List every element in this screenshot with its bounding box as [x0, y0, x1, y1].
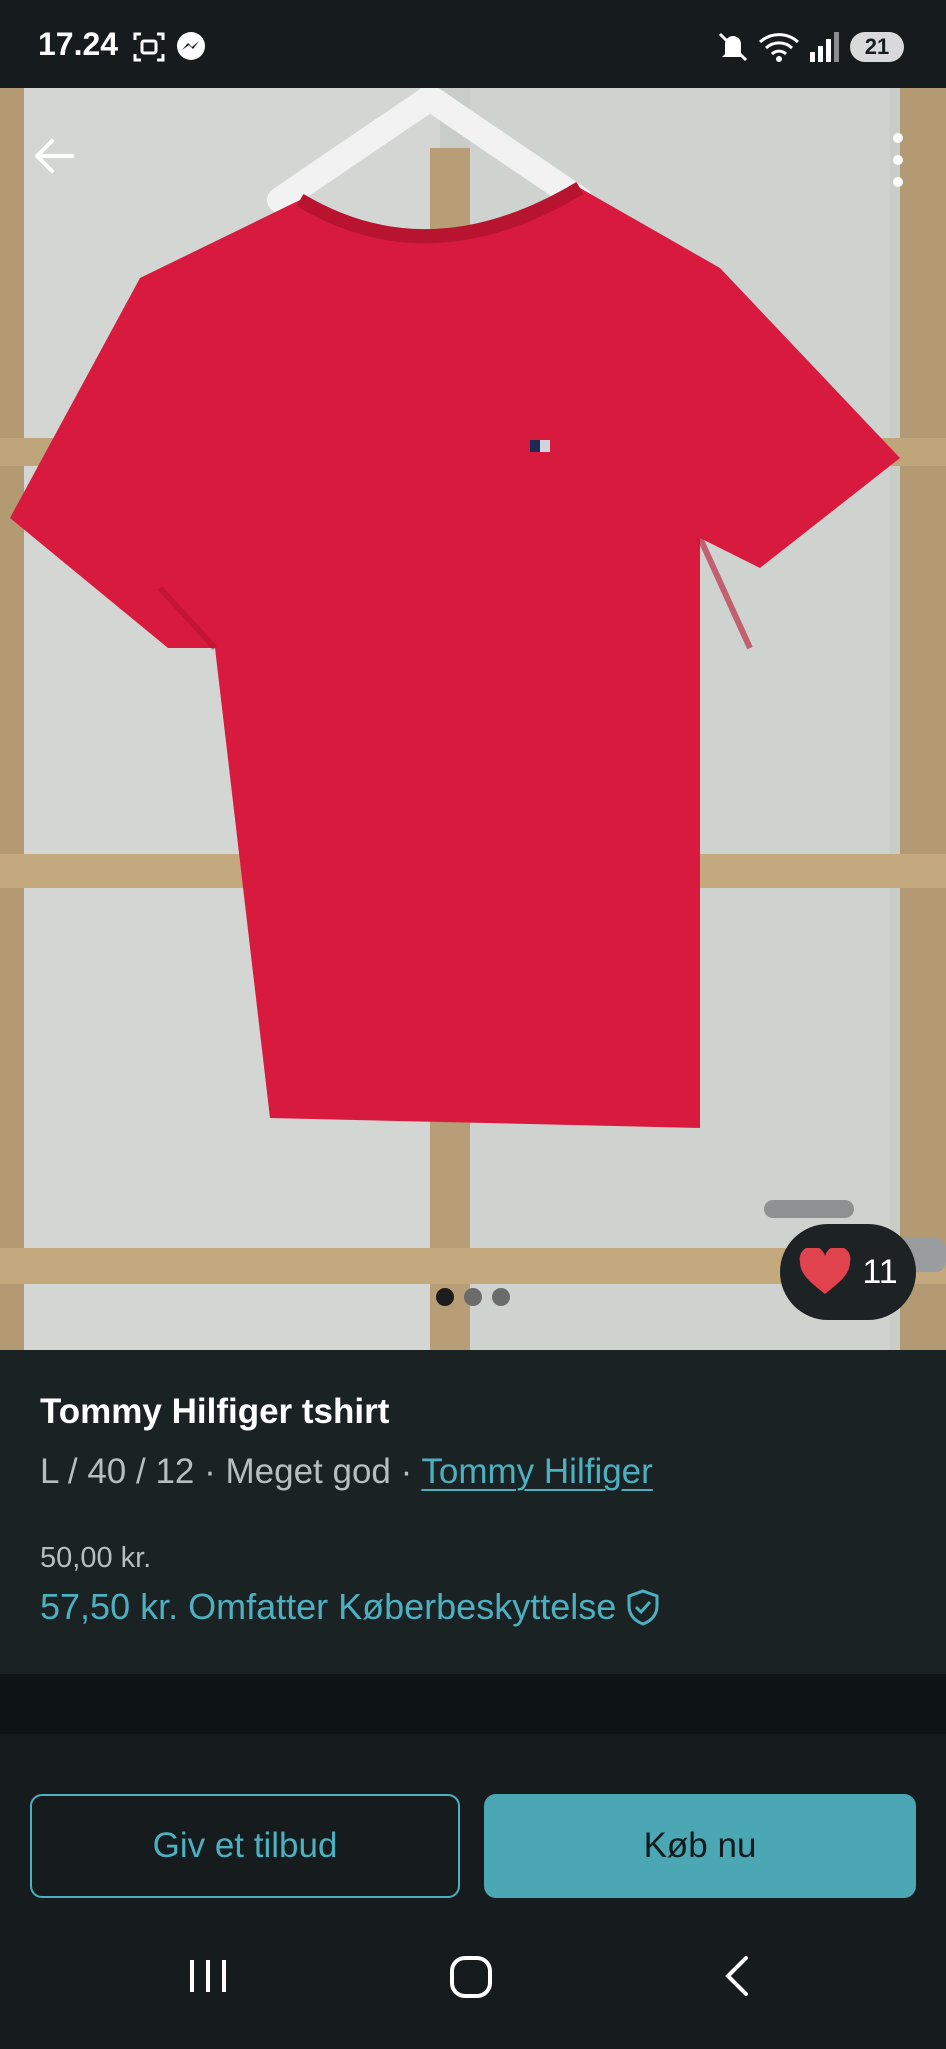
listing-title: Tommy Hilfiger tshirt [40, 1392, 390, 1431]
battery-indicator: 21 [850, 32, 904, 62]
total-price: 57,50 kr. [40, 1586, 179, 1627]
system-navigation-bar [0, 1914, 946, 2049]
buy-now-button[interactable]: Køb nu [484, 1794, 916, 1898]
carousel-dot[interactable] [492, 1288, 510, 1306]
system-back-icon[interactable] [716, 1954, 760, 1998]
brand-link[interactable]: Tommy Hilfiger [421, 1452, 652, 1491]
carousel-dot[interactable] [464, 1288, 482, 1306]
status-bar: 17.24 21 [0, 0, 946, 88]
status-time: 17.24 [38, 26, 119, 62]
recent-apps-icon[interactable] [186, 1954, 230, 1998]
carousel-dot[interactable] [436, 1288, 454, 1306]
product-photo [0, 88, 946, 1350]
action-bar: Giv et tilbud Køb nu [0, 1734, 946, 1914]
wifi-icon [758, 33, 800, 62]
back-arrow-icon[interactable] [30, 132, 78, 180]
shield-check-icon [627, 1589, 659, 1626]
favorite-count: 11 [862, 1252, 898, 1291]
screenshot-icon [133, 32, 165, 62]
section-divider [0, 1674, 946, 1734]
favorite-button[interactable]: 11 [780, 1224, 916, 1320]
product-photo-carousel[interactable]: 11 [0, 88, 946, 1350]
condition-label: Meget god [225, 1452, 391, 1491]
make-offer-button[interactable]: Giv et tilbud [30, 1794, 460, 1898]
signal-icon [810, 32, 839, 62]
item-price: 50,00 kr. [40, 1542, 152, 1574]
mute-icon [718, 32, 748, 62]
more-options-icon[interactable] [890, 132, 906, 188]
listing-details: L / 40 / 12 · Meget god · Tommy Hilfiger [40, 1452, 653, 1492]
protection-text: Omfatter Køberbeskyttelse [188, 1586, 617, 1627]
buyer-protection-price[interactable]: 57,50 kr. Omfatter Køberbeskyttelse [40, 1586, 660, 1628]
separator: · [204, 1452, 216, 1491]
heart-icon [799, 1248, 851, 1294]
separator: · [400, 1452, 413, 1491]
messenger-icon [177, 32, 205, 60]
home-icon[interactable] [448, 1954, 494, 2000]
listing-info: Tommy Hilfiger tshirt L / 40 / 12 · Mege… [0, 1350, 946, 1674]
size-label: L / 40 / 12 [40, 1452, 195, 1491]
